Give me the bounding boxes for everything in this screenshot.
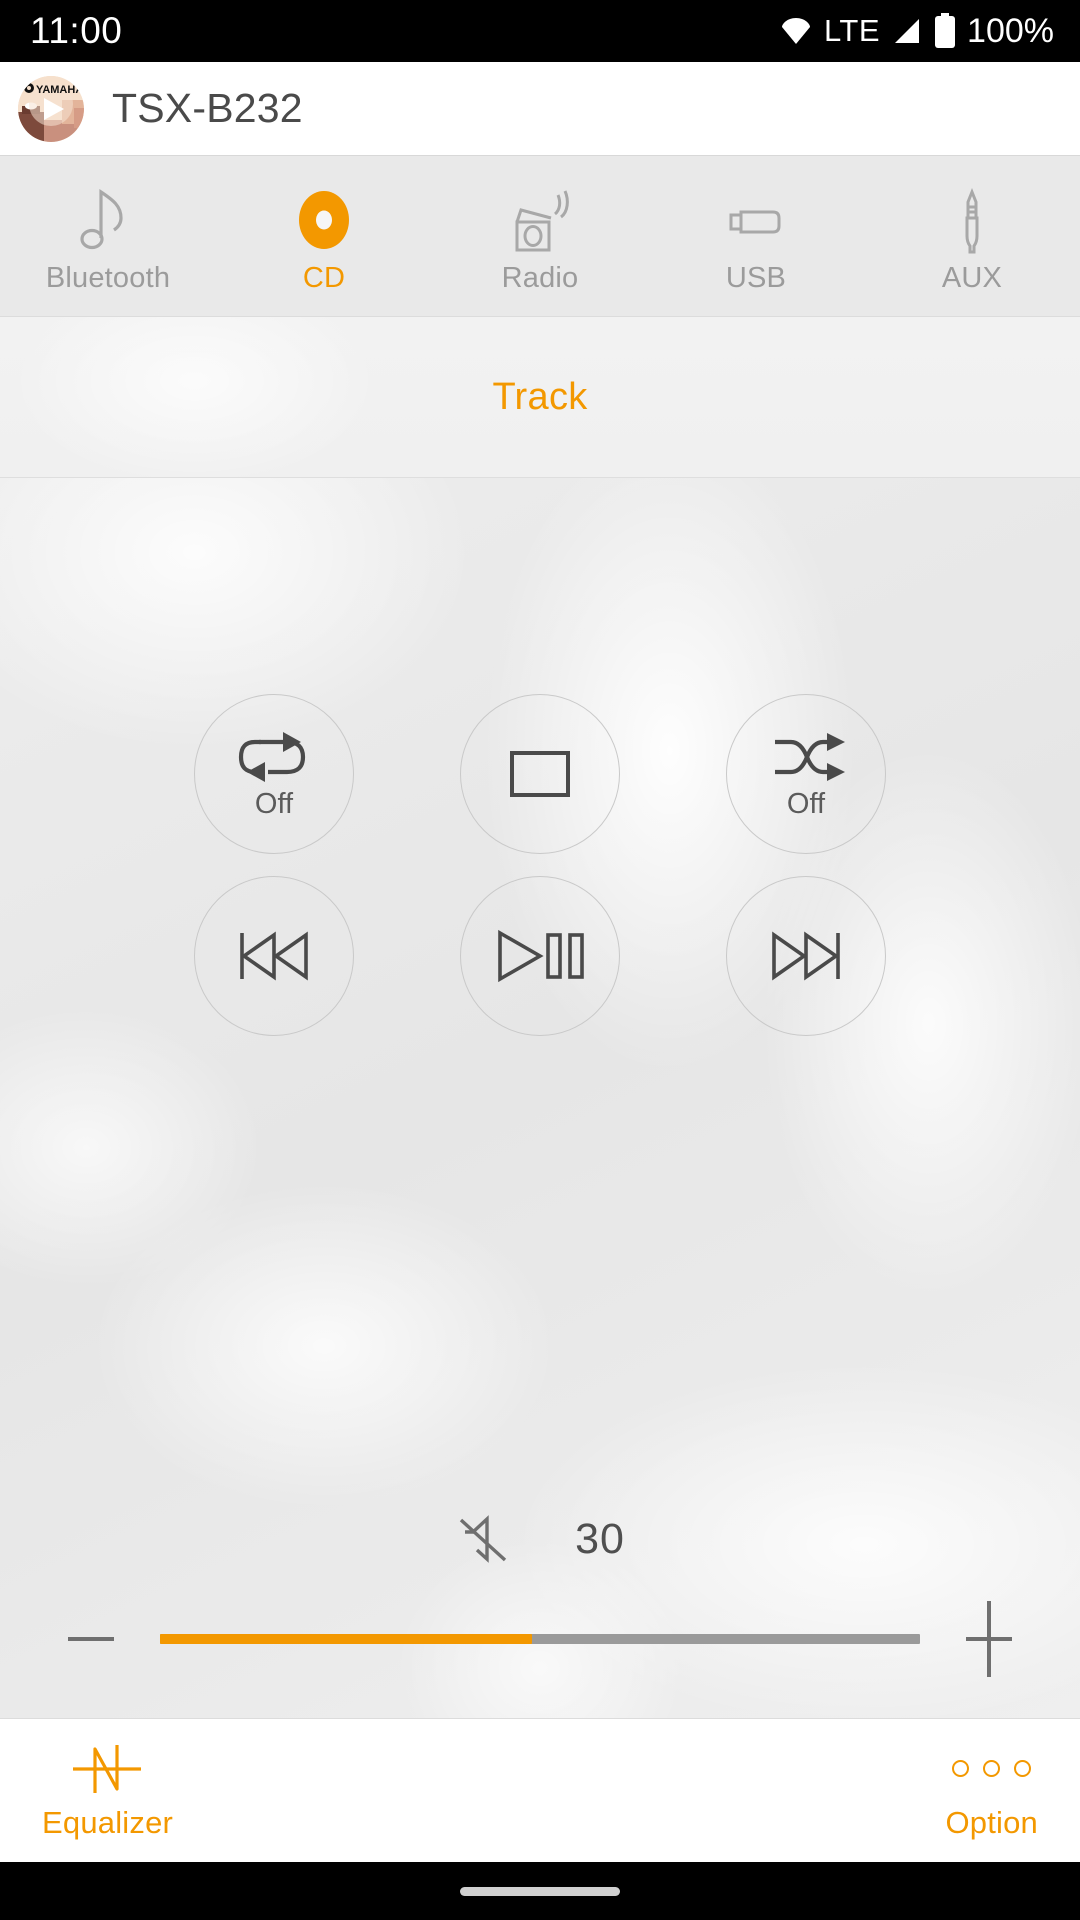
bottom-action-bar: Equalizer Option — [0, 1718, 1080, 1862]
equalizer-waveform-icon — [67, 1741, 149, 1797]
source-label-cd: CD — [302, 261, 346, 294]
phone-screen: 11:00 LTE 100% YAMAHA TSX-B232 Bluetooth… — [0, 0, 1080, 1920]
source-label-bluetooth: Bluetooth — [45, 261, 171, 294]
repeat-icon — [233, 730, 315, 784]
transport-button-grid: Off Off — [0, 694, 1080, 1036]
now-playing-band: Track — [0, 317, 1080, 478]
play-pause-button[interactable] — [460, 876, 620, 1036]
next-track-button[interactable] — [726, 876, 886, 1036]
source-tab-bluetooth[interactable]: Bluetooth — [0, 156, 216, 316]
transport-row-playback — [0, 876, 1080, 1036]
source-label-radio: Radio — [501, 261, 579, 294]
source-label-usb: USB — [725, 261, 787, 294]
previous-track-icon — [234, 929, 314, 983]
status-icons: LTE 100% — [779, 12, 1054, 51]
volume-decrease-button[interactable] — [48, 1596, 134, 1682]
shuffle-mode-label: Off — [786, 787, 826, 820]
aux-plug-icon — [937, 184, 1007, 256]
shuffle-icon — [765, 730, 847, 784]
home-gesture-pill[interactable] — [460, 1886, 620, 1896]
mute-icon[interactable] — [455, 1512, 513, 1566]
battery-percent-label: 100% — [967, 11, 1054, 50]
volume-readout: 30 — [0, 1512, 1080, 1566]
volume-slider[interactable] — [160, 1634, 920, 1644]
next-track-icon — [766, 929, 846, 983]
signal-icon — [891, 15, 923, 47]
play-pause-icon — [494, 929, 586, 983]
volume-slider-fill — [160, 1634, 533, 1644]
source-tab-aux[interactable]: AUX — [864, 156, 1080, 316]
status-bar: 11:00 LTE 100% — [0, 0, 1080, 62]
source-selector: Bluetooth CD Radio USB AUX — [0, 156, 1080, 317]
stop-button[interactable] — [460, 694, 620, 854]
music-note-icon — [73, 184, 143, 256]
option-dot — [983, 1760, 1001, 1777]
svg-text:YAMAHA: YAMAHA — [36, 84, 83, 96]
option-dot — [952, 1760, 970, 1777]
app-bar: YAMAHA TSX-B232 — [0, 62, 1080, 156]
radio-icon — [503, 184, 577, 256]
wifi-icon — [779, 14, 813, 48]
source-tab-radio[interactable]: Radio — [432, 156, 648, 316]
shuffle-button[interactable]: Off — [726, 694, 886, 854]
volume-slider-row — [0, 1596, 1080, 1682]
source-label-aux: AUX — [941, 261, 1003, 294]
volume-value: 30 — [575, 1514, 625, 1563]
option-button[interactable]: Option — [945, 1741, 1038, 1841]
volume-section: 30 — [0, 1512, 1080, 1682]
system-nav-bar — [0, 1862, 1080, 1920]
volume-increase-button[interactable] — [946, 1596, 1032, 1682]
cd-disc-icon — [289, 184, 359, 256]
stop-icon — [509, 750, 571, 798]
option-dot — [1014, 1760, 1032, 1777]
transport-row-modes: Off Off — [0, 694, 1080, 854]
repeat-button[interactable]: Off — [194, 694, 354, 854]
source-tab-usb[interactable]: USB — [648, 156, 864, 316]
playback-control-area: Off Off 30 — [0, 478, 1080, 1718]
three-dots-icon — [952, 1741, 1032, 1797]
battery-icon — [934, 13, 956, 49]
network-type-label: LTE — [823, 13, 881, 48]
status-clock: 11:00 — [30, 10, 123, 51]
yamaha-app-icon[interactable]: YAMAHA — [18, 75, 84, 142]
option-label: Option — [945, 1804, 1038, 1840]
track-label: Track — [492, 375, 588, 418]
page-title: TSX-B232 — [112, 85, 303, 131]
equalizer-label: Equalizer — [42, 1804, 174, 1840]
repeat-mode-label: Off — [254, 787, 294, 820]
source-tab-cd[interactable]: CD — [216, 156, 432, 316]
equalizer-button[interactable]: Equalizer — [42, 1741, 173, 1841]
usb-icon — [721, 184, 791, 256]
previous-track-button[interactable] — [194, 876, 354, 1036]
